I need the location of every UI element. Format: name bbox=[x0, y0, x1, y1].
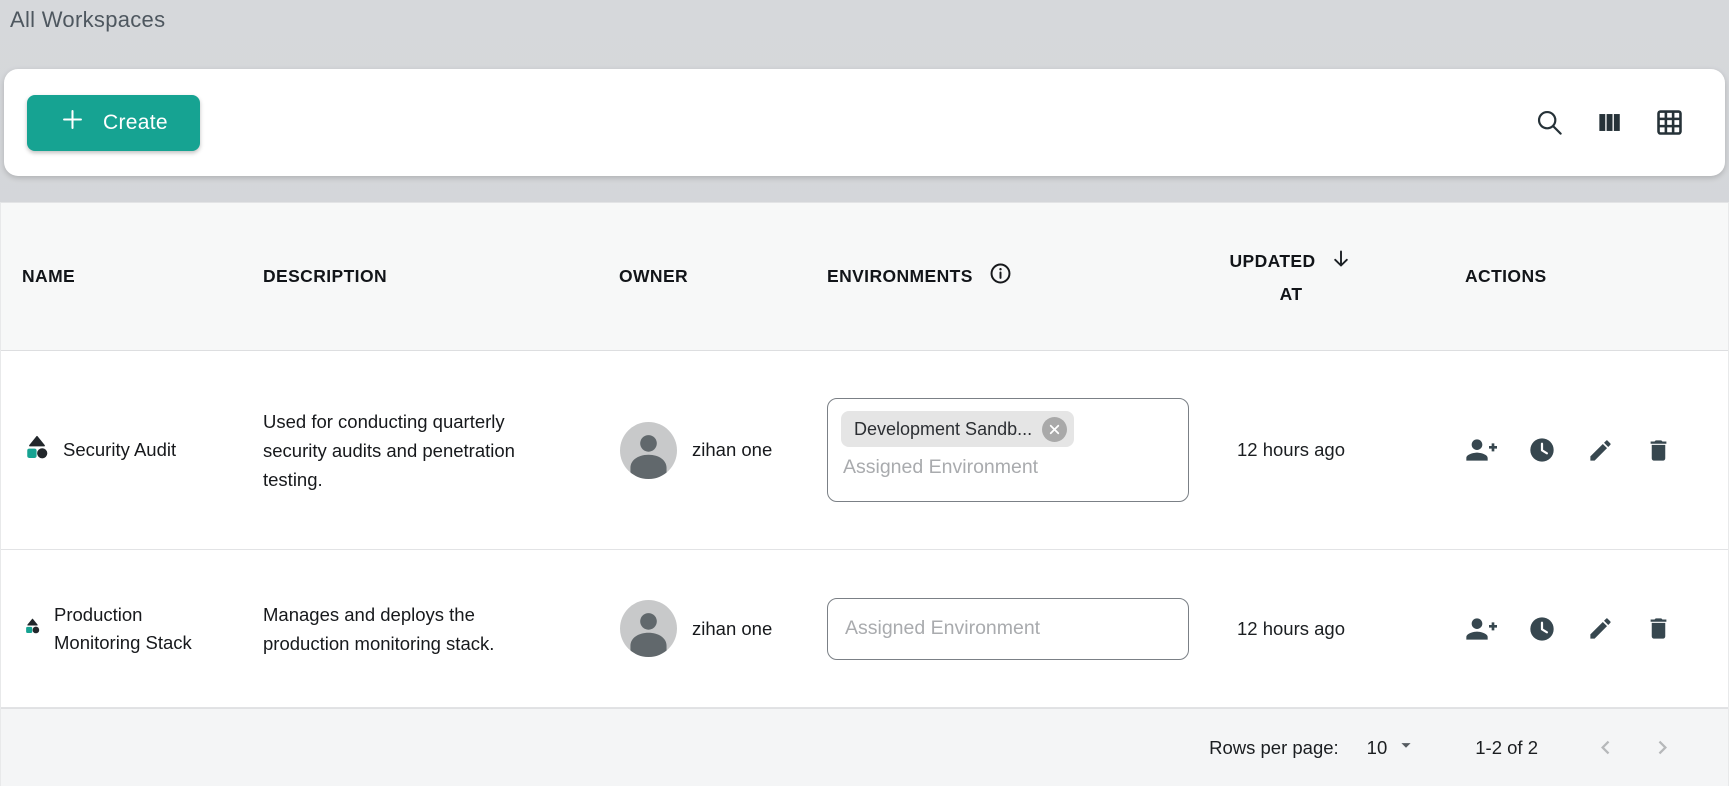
rows-per-page-label: Rows per page: bbox=[1209, 737, 1339, 759]
edit-icon[interactable] bbox=[1587, 437, 1614, 464]
history-clock-icon[interactable] bbox=[1528, 436, 1556, 464]
remove-environment-icon[interactable] bbox=[1042, 417, 1067, 442]
table-row: Production Monitoring Stack Manages and … bbox=[1, 550, 1728, 708]
environment-input-placeholder: Assigned Environment bbox=[843, 456, 1175, 479]
column-header-updated-at[interactable]: UPDATED AT bbox=[1229, 247, 1352, 305]
search-icon[interactable] bbox=[1534, 107, 1565, 138]
create-button[interactable]: Create bbox=[27, 95, 200, 151]
workspaces-table: NAME DESCRIPTION OWNER ENVIRONMENTS UPDA… bbox=[0, 202, 1729, 786]
column-header-description: DESCRIPTION bbox=[243, 266, 601, 287]
dropdown-arrow-icon bbox=[1395, 734, 1417, 761]
updated-at-value: 12 hours ago bbox=[1237, 439, 1345, 461]
pagination-range-label: 1-2 of 2 bbox=[1475, 737, 1538, 759]
view-columns-icon[interactable] bbox=[1595, 108, 1624, 137]
sort-descending-arrow-icon bbox=[1329, 247, 1353, 276]
grid-view-icon[interactable] bbox=[1654, 107, 1685, 138]
plus-icon bbox=[59, 106, 86, 139]
column-header-owner: OWNER bbox=[601, 266, 811, 287]
rows-per-page-value: 10 bbox=[1367, 737, 1388, 759]
workspace-name: Production Monitoring Stack bbox=[54, 601, 232, 657]
environment-chip: Development Sandb... bbox=[841, 411, 1074, 447]
add-member-icon[interactable] bbox=[1465, 613, 1497, 645]
assigned-environment-select[interactable]: Development Sandb... Assigned Environmen… bbox=[827, 398, 1189, 502]
table-header-row: NAME DESCRIPTION OWNER ENVIRONMENTS UPDA… bbox=[1, 203, 1728, 351]
delete-icon[interactable] bbox=[1645, 615, 1672, 642]
environment-input-placeholder: Assigned Environment bbox=[845, 617, 1040, 640]
updated-at-value: 12 hours ago bbox=[1237, 618, 1345, 640]
page-title: All Workspaces bbox=[10, 7, 165, 33]
info-icon[interactable] bbox=[988, 261, 1013, 291]
chevron-left-icon[interactable] bbox=[1592, 734, 1619, 761]
workspace-name: Security Audit bbox=[63, 436, 176, 464]
column-header-actions: ACTIONS bbox=[1391, 266, 1728, 287]
delete-icon[interactable] bbox=[1645, 437, 1672, 464]
create-button-label: Create bbox=[103, 111, 168, 135]
owner-name: zihan one bbox=[692, 439, 772, 461]
column-header-environments: ENVIRONMENTS bbox=[811, 261, 1191, 291]
owner-avatar bbox=[620, 422, 677, 479]
rows-per-page-select[interactable]: 10 bbox=[1367, 734, 1418, 761]
chevron-right-icon[interactable] bbox=[1649, 734, 1676, 761]
table-pagination: Rows per page: 10 1-2 of 2 bbox=[1, 708, 1728, 786]
workspace-description: Used for conducting quarterly security a… bbox=[263, 407, 557, 494]
toolbar: Create bbox=[4, 69, 1725, 176]
updated-at-header-label-line2: AT bbox=[1280, 284, 1303, 305]
table-row: Security Audit Used for conducting quart… bbox=[1, 351, 1728, 551]
add-member-icon[interactable] bbox=[1465, 434, 1497, 466]
edit-icon[interactable] bbox=[1587, 615, 1614, 642]
assigned-environment-select[interactable]: Assigned Environment bbox=[827, 598, 1189, 660]
workspace-description: Manages and deploys the production monit… bbox=[263, 600, 557, 658]
environment-chip-label: Development Sandb... bbox=[854, 419, 1032, 440]
owner-name: zihan one bbox=[692, 618, 772, 640]
workspace-shapes-icon bbox=[24, 618, 41, 640]
environments-header-label: ENVIRONMENTS bbox=[827, 266, 973, 287]
history-clock-icon[interactable] bbox=[1528, 615, 1556, 643]
updated-at-header-label: UPDATED bbox=[1229, 251, 1315, 272]
owner-avatar bbox=[620, 600, 677, 657]
column-header-name: NAME bbox=[1, 266, 243, 287]
workspace-shapes-icon bbox=[24, 435, 50, 466]
